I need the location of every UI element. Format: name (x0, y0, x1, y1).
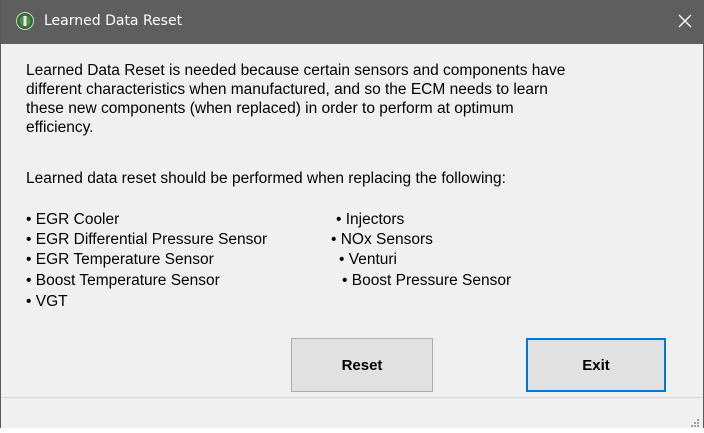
status-bar (1, 397, 703, 428)
window-title: Learned Data Reset (44, 13, 183, 29)
description-line: Learned Data Reset is needed because cer… (26, 62, 566, 79)
close-icon (678, 14, 692, 28)
exit-button[interactable]: Exit (526, 338, 666, 392)
component-item: • NOx Sensors (331, 231, 433, 248)
reset-button[interactable]: Reset (291, 338, 433, 392)
component-item: • EGR Temperature Sensor (26, 251, 214, 268)
component-item: • Injectors (336, 211, 405, 228)
component-item: • Boost Temperature Sensor (26, 272, 220, 289)
dialog-content: Learned Data Reset is needed because cer… (1, 44, 703, 428)
component-item: • EGR Cooler (26, 211, 120, 228)
description-line: these new components (when replaced) in … (26, 100, 514, 117)
component-item: • EGR Differential Pressure Sensor (26, 231, 268, 248)
learned-data-reset-dialog: Learned Data Reset Learned Data Reset is… (0, 0, 704, 428)
component-item: • Venturi (339, 251, 397, 268)
close-button[interactable] (665, 0, 704, 44)
resize-grip-icon[interactable] (690, 415, 700, 427)
component-item: • VGT (26, 293, 68, 310)
description-line: efficiency. (26, 119, 94, 136)
app-logo-icon (16, 12, 34, 30)
title-bar: Learned Data Reset (1, 0, 704, 44)
description-line: different characteristics when manufactu… (26, 81, 548, 98)
instruction-text: Learned data reset should be performed w… (26, 170, 506, 187)
component-item: • Boost Pressure Sensor (342, 272, 512, 289)
